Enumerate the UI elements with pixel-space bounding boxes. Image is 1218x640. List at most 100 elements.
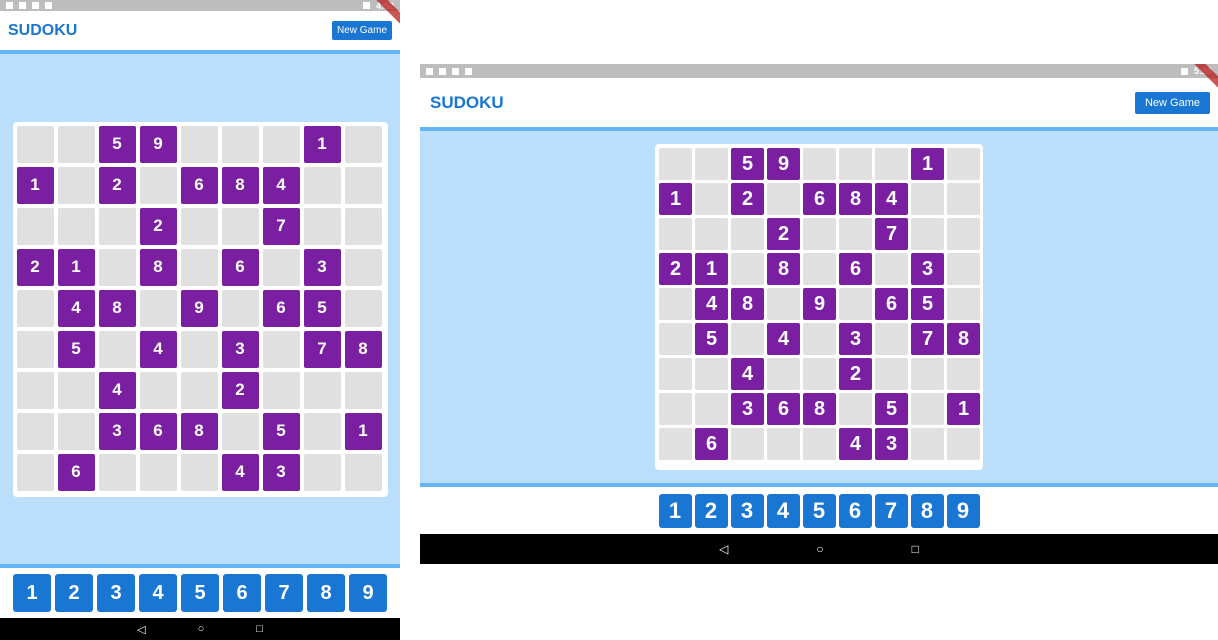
sudoku-cell[interactable]: 3 (221, 330, 259, 368)
sudoku-cell[interactable]: 2 (659, 253, 692, 285)
sudoku-cell[interactable]: 5 (731, 148, 764, 180)
number-button-2[interactable]: 2 (694, 493, 728, 528)
sudoku-cell[interactable] (98, 330, 136, 368)
sudoku-cell[interactable] (875, 148, 908, 180)
sudoku-cell[interactable]: 2 (731, 183, 764, 215)
sudoku-cell[interactable] (695, 358, 728, 390)
sudoku-cell[interactable] (947, 253, 980, 285)
number-button-5[interactable]: 5 (802, 493, 836, 528)
sudoku-cell[interactable] (57, 371, 95, 409)
sudoku-cell[interactable] (16, 412, 54, 450)
sudoku-cell[interactable] (57, 207, 95, 245)
sudoku-cell[interactable]: 1 (695, 253, 728, 285)
sudoku-cell[interactable] (947, 428, 980, 460)
sudoku-cell[interactable] (767, 428, 800, 460)
sudoku-cell[interactable] (767, 358, 800, 390)
sudoku-cell[interactable]: 5 (98, 125, 136, 163)
sudoku-cell[interactable]: 8 (98, 289, 136, 327)
sudoku-cell[interactable] (767, 183, 800, 215)
number-button-6[interactable]: 6 (223, 574, 261, 612)
sudoku-cell[interactable]: 4 (731, 358, 764, 390)
sudoku-cell[interactable]: 5 (262, 412, 300, 450)
sudoku-cell[interactable]: 4 (695, 288, 728, 320)
sudoku-cell[interactable]: 4 (767, 323, 800, 355)
sudoku-cell[interactable]: 4 (139, 330, 177, 368)
sudoku-cell[interactable]: 3 (731, 393, 764, 425)
sudoku-cell[interactable] (221, 289, 259, 327)
sudoku-cell[interactable] (303, 207, 341, 245)
sudoku-cell[interactable]: 1 (344, 412, 382, 450)
sudoku-cell[interactable]: 2 (839, 358, 872, 390)
sudoku-cell[interactable]: 6 (803, 183, 836, 215)
sudoku-cell[interactable]: 5 (303, 289, 341, 327)
sudoku-cell[interactable] (180, 453, 218, 491)
sudoku-cell[interactable]: 9 (139, 125, 177, 163)
sudoku-cell[interactable]: 7 (303, 330, 341, 368)
number-button-1[interactable]: 1 (658, 493, 692, 528)
number-button-9[interactable]: 9 (946, 493, 980, 528)
sudoku-cell[interactable] (180, 207, 218, 245)
sudoku-cell[interactable]: 8 (221, 166, 259, 204)
sudoku-cell[interactable] (947, 358, 980, 390)
sudoku-cell[interactable]: 4 (262, 166, 300, 204)
sudoku-cell[interactable]: 8 (803, 393, 836, 425)
sudoku-cell[interactable]: 4 (839, 428, 872, 460)
sudoku-cell[interactable] (16, 330, 54, 368)
sudoku-cell[interactable] (303, 371, 341, 409)
sudoku-cell[interactable]: 1 (16, 166, 54, 204)
sudoku-cell[interactable] (659, 288, 692, 320)
sudoku-cell[interactable]: 6 (875, 288, 908, 320)
sudoku-cell[interactable]: 2 (767, 218, 800, 250)
number-button-9[interactable]: 9 (349, 574, 387, 612)
number-button-3[interactable]: 3 (97, 574, 135, 612)
number-button-2[interactable]: 2 (55, 574, 93, 612)
sudoku-cell[interactable] (303, 412, 341, 450)
sudoku-cell[interactable] (731, 428, 764, 460)
sudoku-cell[interactable] (344, 371, 382, 409)
number-button-8[interactable]: 8 (307, 574, 345, 612)
sudoku-cell[interactable] (911, 183, 944, 215)
sudoku-cell[interactable] (180, 371, 218, 409)
number-button-7[interactable]: 7 (265, 574, 303, 612)
sudoku-cell[interactable] (262, 125, 300, 163)
sudoku-cell[interactable] (731, 253, 764, 285)
sudoku-cell[interactable] (344, 207, 382, 245)
sudoku-cell[interactable] (659, 323, 692, 355)
sudoku-cell[interactable]: 3 (911, 253, 944, 285)
sudoku-cell[interactable] (839, 393, 872, 425)
back-triangle-icon[interactable]: ◁ (719, 542, 728, 556)
sudoku-cell[interactable]: 5 (875, 393, 908, 425)
sudoku-cell[interactable] (875, 358, 908, 390)
sudoku-cell[interactable]: 4 (57, 289, 95, 327)
sudoku-cell[interactable] (139, 289, 177, 327)
number-button-6[interactable]: 6 (838, 493, 872, 528)
sudoku-cell[interactable] (803, 323, 836, 355)
sudoku-cell[interactable]: 1 (911, 148, 944, 180)
home-circle-icon[interactable]: ○ (816, 542, 823, 556)
sudoku-cell[interactable]: 8 (731, 288, 764, 320)
sudoku-cell[interactable] (839, 288, 872, 320)
sudoku-cell[interactable]: 8 (344, 330, 382, 368)
sudoku-cell[interactable] (839, 218, 872, 250)
sudoku-cell[interactable]: 6 (262, 289, 300, 327)
sudoku-cell[interactable]: 1 (947, 393, 980, 425)
sudoku-cell[interactable] (16, 207, 54, 245)
sudoku-cell[interactable]: 1 (659, 183, 692, 215)
number-button-8[interactable]: 8 (910, 493, 944, 528)
sudoku-cell[interactable] (803, 148, 836, 180)
sudoku-cell[interactable]: 8 (139, 248, 177, 286)
sudoku-cell[interactable] (139, 371, 177, 409)
sudoku-cell[interactable] (767, 288, 800, 320)
number-button-5[interactable]: 5 (181, 574, 219, 612)
sudoku-cell[interactable] (947, 288, 980, 320)
sudoku-cell[interactable]: 2 (98, 166, 136, 204)
sudoku-cell[interactable]: 7 (262, 207, 300, 245)
sudoku-cell[interactable]: 9 (180, 289, 218, 327)
number-button-4[interactable]: 4 (766, 493, 800, 528)
sudoku-cell[interactable] (98, 453, 136, 491)
sudoku-cell[interactable] (180, 248, 218, 286)
sudoku-cell[interactable]: 8 (947, 323, 980, 355)
number-button-3[interactable]: 3 (730, 493, 764, 528)
new-game-button[interactable]: New Game (332, 21, 392, 40)
sudoku-cell[interactable] (303, 453, 341, 491)
